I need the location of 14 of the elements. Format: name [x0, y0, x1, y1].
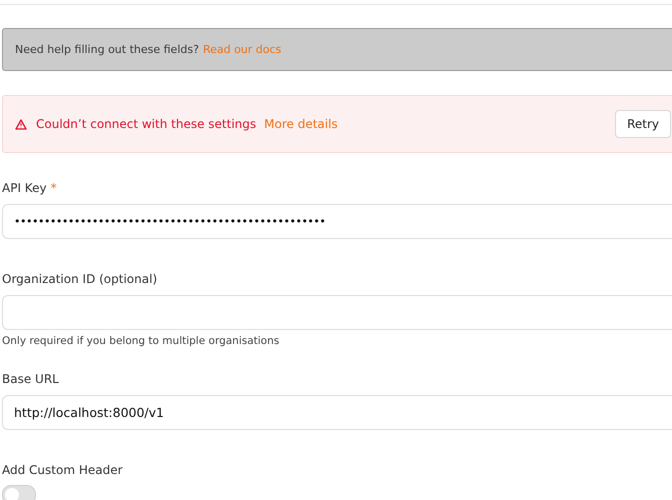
field-label: Add Custom Header — [2, 463, 123, 477]
toggle-switch[interactable] — [2, 485, 36, 500]
field-hint: Only required if you belong to multiple organisations — [2, 335, 280, 347]
input-field[interactable]: http://localhost:8000/v1 — [2, 395, 672, 430]
required-mark: * — [50, 181, 57, 195]
input-field[interactable]: •••••••••••••••••••••••••••••••••••••••••••••••••••• — [2, 204, 672, 239]
field-label: API Key — [2, 181, 47, 195]
error-message: Couldn’t connect with these settings — [36, 117, 256, 131]
retry-button[interactable]: Retry — [615, 110, 671, 138]
field-label: Base URL — [2, 372, 59, 386]
field-label: Organization ID (optional) — [2, 272, 158, 286]
help-text: Need help filling out these fields? — [15, 43, 199, 56]
warning-icon — [15, 118, 27, 130]
input-field[interactable] — [2, 295, 672, 330]
